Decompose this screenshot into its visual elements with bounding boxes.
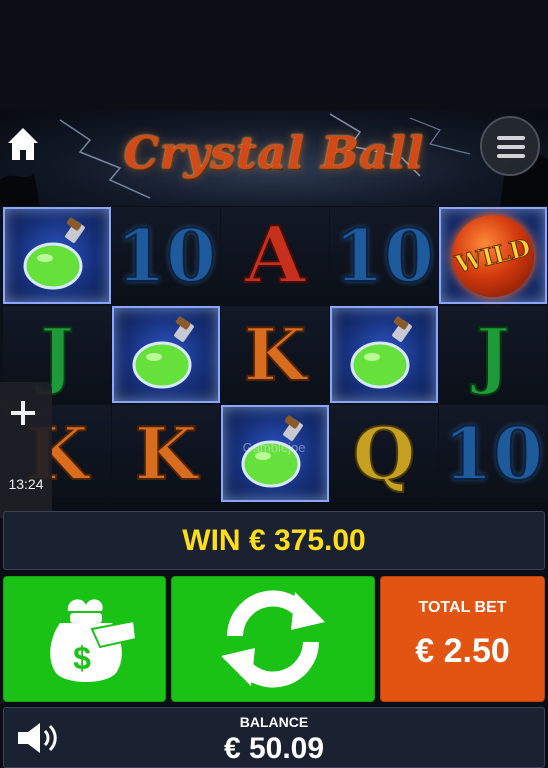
win-label: WIN xyxy=(182,523,241,557)
symbol-K: K xyxy=(134,410,199,497)
svg-text:$: $ xyxy=(73,640,91,676)
money-bag-icon: $ xyxy=(49,599,137,682)
watermark: Gamblejoe xyxy=(242,440,306,455)
symbol-10: 10 xyxy=(333,212,435,299)
hamburger-line xyxy=(497,145,525,149)
top-bar xyxy=(0,0,548,110)
reel-cell-10: 10 xyxy=(112,207,220,304)
balance-display: BALANCE € 50.09 xyxy=(3,707,545,768)
symbol-10: 10 xyxy=(115,212,217,299)
balance-label: BALANCE xyxy=(239,714,309,730)
reel-cell-potion xyxy=(112,306,220,403)
green-potion-icon xyxy=(132,315,194,388)
reel-cell-10: 10 xyxy=(330,207,438,304)
reel-cell-J: J xyxy=(439,306,547,403)
menu-button[interactable] xyxy=(480,116,540,176)
total-bet-label: TOTAL BET xyxy=(418,599,507,616)
symbol-wild: WILD xyxy=(452,232,534,279)
hamburger-line xyxy=(497,154,525,158)
spin-button[interactable] xyxy=(171,576,375,702)
symbol-A: A xyxy=(244,209,307,302)
wild-ball-icon: WILD xyxy=(452,214,534,297)
win-amount: € 375.00 xyxy=(248,523,366,557)
hamburger-menu-icon xyxy=(497,136,525,140)
reel-cell-potion xyxy=(3,207,111,304)
reel-cell-K: K xyxy=(112,405,220,502)
green-potion-icon xyxy=(23,216,85,289)
reel-cell-10: 10 xyxy=(439,405,547,502)
plus-icon[interactable] xyxy=(8,398,38,428)
clock-time: 13:24 xyxy=(8,476,44,492)
reel-cell-A: A xyxy=(221,207,329,304)
reel-cell-K: K xyxy=(221,306,329,403)
game-title: Crystal Ball xyxy=(123,128,425,179)
total-bet-value: € 2.50 xyxy=(415,632,510,670)
green-potion-icon xyxy=(350,315,412,388)
side-panel: 13:24 xyxy=(0,382,52,518)
collect-button[interactable]: $ xyxy=(3,576,166,702)
reel-cell-potion xyxy=(330,306,438,403)
symbol-Q: Q xyxy=(352,410,417,497)
symbol-K: K xyxy=(243,311,308,398)
spin-arrows-icon xyxy=(221,590,325,688)
symbol-J: J xyxy=(475,311,511,398)
balance-value: € 50.09 xyxy=(223,732,325,765)
reel-cell-Q: Q xyxy=(330,405,438,502)
reel-cell-wild: WILD xyxy=(439,207,547,304)
reel-grid: 10 A 10 WILD J K J K K Q 10 xyxy=(0,206,548,502)
total-bet-button[interactable]: TOTAL BET € 2.50 xyxy=(380,576,545,702)
win-display: WIN € 375.00 xyxy=(3,511,545,570)
symbol-10: 10 xyxy=(442,410,544,497)
